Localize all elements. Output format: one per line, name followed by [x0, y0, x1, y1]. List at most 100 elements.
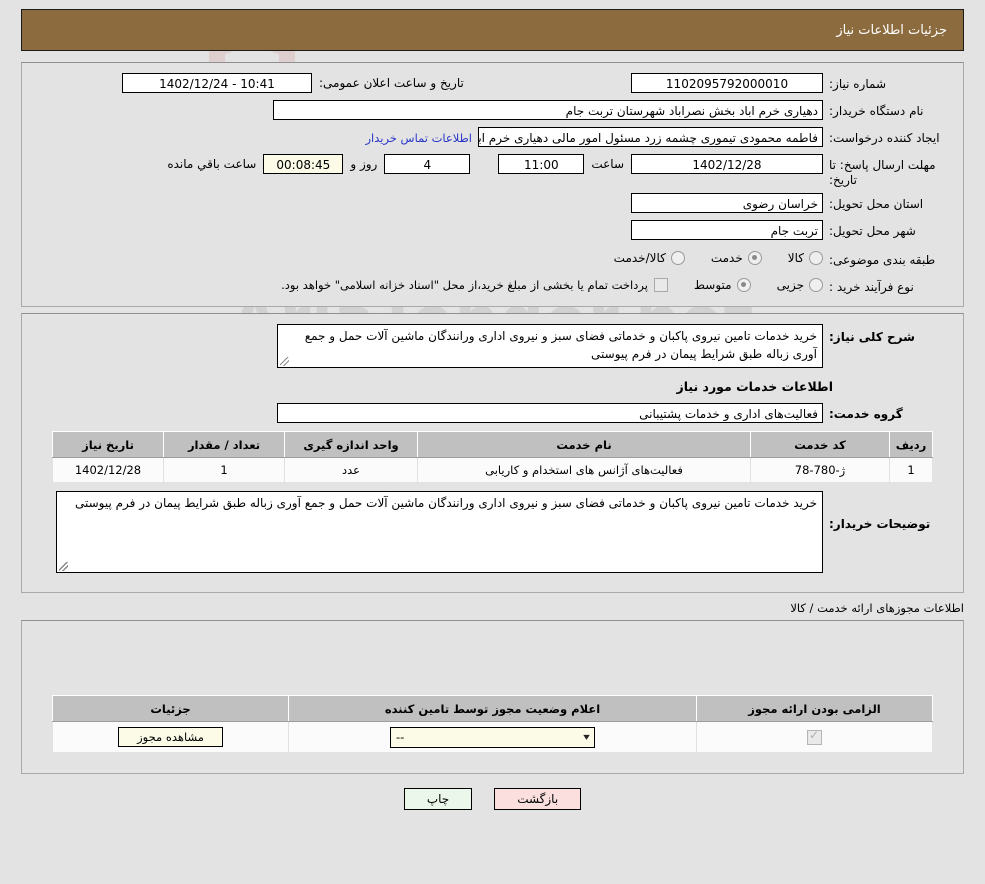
- cell-qty: 1: [163, 457, 285, 483]
- deadline-time-field[interactable]: 11:00: [498, 154, 585, 174]
- category-option-label: خدمت: [710, 251, 743, 265]
- category-radio-group: کالا خدمت کالا/خدمت: [588, 251, 823, 265]
- cell-permit-status: ▾ --: [288, 721, 697, 753]
- row-province: استان محل تحویل: خراسان رضوی: [34, 193, 951, 215]
- radio-circle-icon[interactable]: [747, 251, 762, 265]
- row-category: طبقه بندی موضوعی: کالا خدمت کالا/خدمت: [34, 249, 951, 267]
- countdown-label: ساعت باقي مانده: [167, 157, 257, 171]
- treasury-docs-checkbox[interactable]: [653, 278, 668, 292]
- table-row: 1 ژ-780-78 فعالیت‌های آژانس های استخدام …: [52, 457, 933, 483]
- page-header: جزئیات اطلاعات نیاز: [21, 9, 964, 51]
- permits-table: الزامی بودن ارائه مجوز اعلام وضعیت مجوز …: [52, 695, 933, 753]
- col-row-no: ردیف: [889, 431, 933, 458]
- need-number-field[interactable]: 1102095792000010: [631, 73, 823, 93]
- permit-required-checkbox: [807, 728, 822, 745]
- row-general-desc: شرح کلی نیاز: خرید خدمات تامین نیروی پاک…: [34, 324, 951, 368]
- permit-status-value: --: [396, 730, 405, 744]
- buyer-org-field[interactable]: دهیاری خرم اباد بخش نصراباد شهرستان تربت…: [273, 100, 823, 120]
- services-table-header-row: ردیف کد خدمت نام خدمت واحد اندازه گیری ت…: [52, 431, 933, 458]
- cell-permit-details: مشاهده مجوز: [52, 721, 289, 753]
- cell-need-date: 1402/12/28: [52, 457, 164, 483]
- col-name: نام خدمت: [417, 431, 751, 458]
- radio-circle-icon[interactable]: [670, 251, 685, 265]
- category-radio-khedmat[interactable]: خدمت: [711, 251, 762, 265]
- main-info-panel: شماره نیاز: 1102095792000010 تاریخ و ساع…: [21, 62, 964, 307]
- services-table: ردیف کد خدمت نام خدمت واحد اندازه گیری ت…: [52, 431, 933, 483]
- service-group-field[interactable]: فعالیت‌های اداری و خدمات پشتیبانی: [277, 403, 823, 423]
- permits-table-header-row: الزامی بودن ارائه مجوز اعلام وضعیت مجوز …: [52, 695, 933, 722]
- process-option-label: متوسط: [693, 278, 732, 292]
- service-group-label: گروه خدمت:: [829, 407, 903, 421]
- process-radio-motavaset[interactable]: متوسط: [694, 278, 751, 292]
- radio-circle-icon[interactable]: [736, 278, 751, 292]
- category-option-label: کالا/خدمت: [613, 251, 666, 265]
- description-panel: شرح کلی نیاز: خرید خدمات تامین نیروی پاک…: [21, 313, 964, 593]
- row-service-group: گروه خدمت: فعالیت‌های اداری و خدمات پشتی…: [34, 403, 951, 425]
- treasury-docs-note: پرداخت تمام یا بخشی از مبلغ خرید،از محل …: [281, 278, 648, 292]
- process-radio-jozei[interactable]: جزیی: [777, 278, 823, 292]
- view-permit-button[interactable]: مشاهده مجوز: [118, 727, 223, 747]
- deadline-label: مهلت ارسال پاسخ: تا تاریخ:: [829, 158, 936, 187]
- deadline-date-field[interactable]: 1402/12/28: [631, 154, 823, 174]
- category-radio-kala-khedmat[interactable]: کالا/خدمت: [614, 251, 685, 265]
- remaining-days-field[interactable]: 4: [384, 154, 471, 174]
- general-desc-label: شرح کلی نیاز:: [829, 330, 915, 344]
- permit-status-select[interactable]: ▾ --: [390, 726, 595, 748]
- page-title: جزئیات اطلاعات نیاز: [836, 22, 947, 38]
- cell-unit: عدد: [284, 457, 418, 483]
- requester-field[interactable]: فاطمه محمودی تیموری چشمه زرد مسئول امور …: [478, 127, 823, 147]
- col-need-date: تاریخ نیاز: [52, 431, 164, 458]
- deadline-hour-label: ساعت: [591, 157, 624, 171]
- province-field[interactable]: خراسان رضوی: [631, 193, 823, 213]
- process-radio-group: جزیی متوسط: [668, 278, 823, 292]
- buyer-contact-link[interactable]: اطلاعات تماس خریدار: [365, 127, 478, 145]
- row-deadline: مهلت ارسال پاسخ: تا تاریخ: 1402/12/28 سا…: [34, 154, 951, 188]
- row-need-number: شماره نیاز: 1102095792000010 تاریخ و ساع…: [34, 73, 951, 95]
- col-permit-required: الزامی بودن ارائه مجوز: [696, 695, 933, 722]
- permits-table-wrap: الزامی بودن ارائه مجوز اعلام وضعیت مجوز …: [34, 695, 951, 753]
- province-label: استان محل تحویل:: [829, 197, 924, 211]
- row-buyer-org: نام دستگاه خریدار: دهیاری خرم اباد بخش ن…: [34, 100, 951, 122]
- row-requester: ایجاد کننده درخواست: فاطمه محمودی تیموری…: [34, 127, 951, 149]
- col-code: کد خدمت: [750, 431, 890, 458]
- cell-row-no: 1: [889, 457, 933, 483]
- city-label: شهر محل تحویل:: [829, 224, 916, 238]
- footer-actions: بازگشت چاپ: [0, 788, 985, 810]
- buyer-notes-textarea[interactable]: خرید خدمات تامین نیروی پاکبان و خدماتی ف…: [56, 491, 823, 573]
- permits-section-title: اطلاعات مجوزهای ارائه خدمت / کالا: [790, 601, 964, 615]
- services-section-title: اطلاعات خدمات مورد نیاز: [676, 379, 834, 394]
- cell-name: فعالیت‌های آژانس های استخدام و کاریابی: [417, 457, 751, 483]
- col-permit-status: اعلام وضعیت مجوز توسط تامین کننده: [288, 695, 697, 722]
- col-permit-details: جزئیات: [52, 695, 289, 722]
- remaining-days-label: روز و: [350, 157, 378, 171]
- process-label: نوع فرآیند خرید :: [829, 280, 914, 294]
- col-unit: واحد اندازه گیری: [284, 431, 418, 458]
- permits-panel: الزامی بودن ارائه مجوز اعلام وضعیت مجوز …: [21, 620, 964, 774]
- cell-code: ژ-780-78: [750, 457, 890, 483]
- back-button[interactable]: بازگشت: [494, 788, 582, 810]
- process-option-label: جزیی: [776, 278, 804, 292]
- city-field[interactable]: تربت جام: [631, 220, 823, 240]
- general-desc-textarea[interactable]: خرید خدمات تامین نیروی پاکبان و خدماتی ف…: [277, 324, 823, 368]
- category-label: طبقه بندی موضوعی:: [829, 253, 936, 267]
- buyer-org-label: نام دستگاه خریدار:: [829, 104, 924, 118]
- countdown-field: 00:08:45: [263, 154, 344, 174]
- announce-datetime-field[interactable]: 1402/12/24 - 10:41: [122, 73, 312, 93]
- need-number-label: شماره نیاز:: [829, 77, 886, 91]
- row-process: نوع فرآیند خرید : جزیی متوسط پرداخت تمام…: [34, 276, 951, 294]
- cell-permit-required: [696, 721, 933, 753]
- col-qty: تعداد / مقدار: [163, 431, 285, 458]
- row-city: شهر محل تحویل: تربت جام: [34, 220, 951, 242]
- table-row: ▾ -- مشاهده مجوز: [52, 721, 933, 753]
- requester-label: ایجاد کننده درخواست:: [829, 131, 940, 145]
- category-radio-kala[interactable]: کالا: [788, 251, 823, 265]
- announce-label: تاریخ و ساعت اعلان عمومی:: [319, 76, 464, 90]
- chevron-down-icon: ▾: [583, 731, 590, 743]
- category-option-label: کالا: [787, 251, 804, 265]
- radio-circle-icon[interactable]: [809, 251, 823, 265]
- services-table-wrap: ردیف کد خدمت نام خدمت واحد اندازه گیری ت…: [34, 431, 951, 483]
- buyer-notes-label: توضیحات خریدار:: [829, 517, 931, 531]
- row-buyer-notes: توضیحات خریدار: خرید خدمات تامین نیروی پ…: [34, 491, 951, 573]
- radio-circle-icon[interactable]: [809, 278, 823, 292]
- print-button[interactable]: چاپ: [403, 788, 473, 810]
